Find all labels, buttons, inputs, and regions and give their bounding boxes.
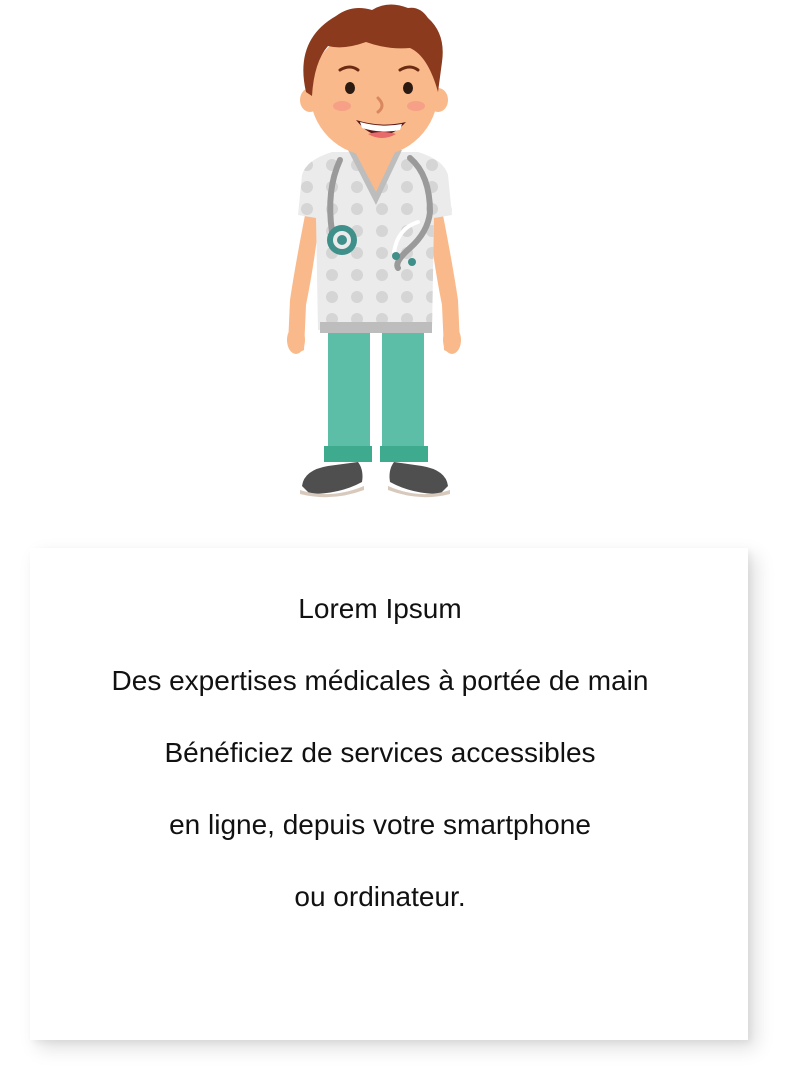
card-text-line: en ligne, depuis votre smartphone [169, 809, 591, 840]
card-title: Lorem Ipsum [298, 593, 462, 624]
card-subtitle: Des expertises médicales à portée de mai… [111, 665, 649, 696]
info-card: Lorem Ipsum Des expertises médicales à p… [30, 548, 748, 1040]
doctor-illustration-icon [270, 0, 480, 510]
card-text-line: ou ordinateur. [294, 881, 466, 912]
card-text-line: Bénéficiez de services accessibles [164, 737, 596, 768]
